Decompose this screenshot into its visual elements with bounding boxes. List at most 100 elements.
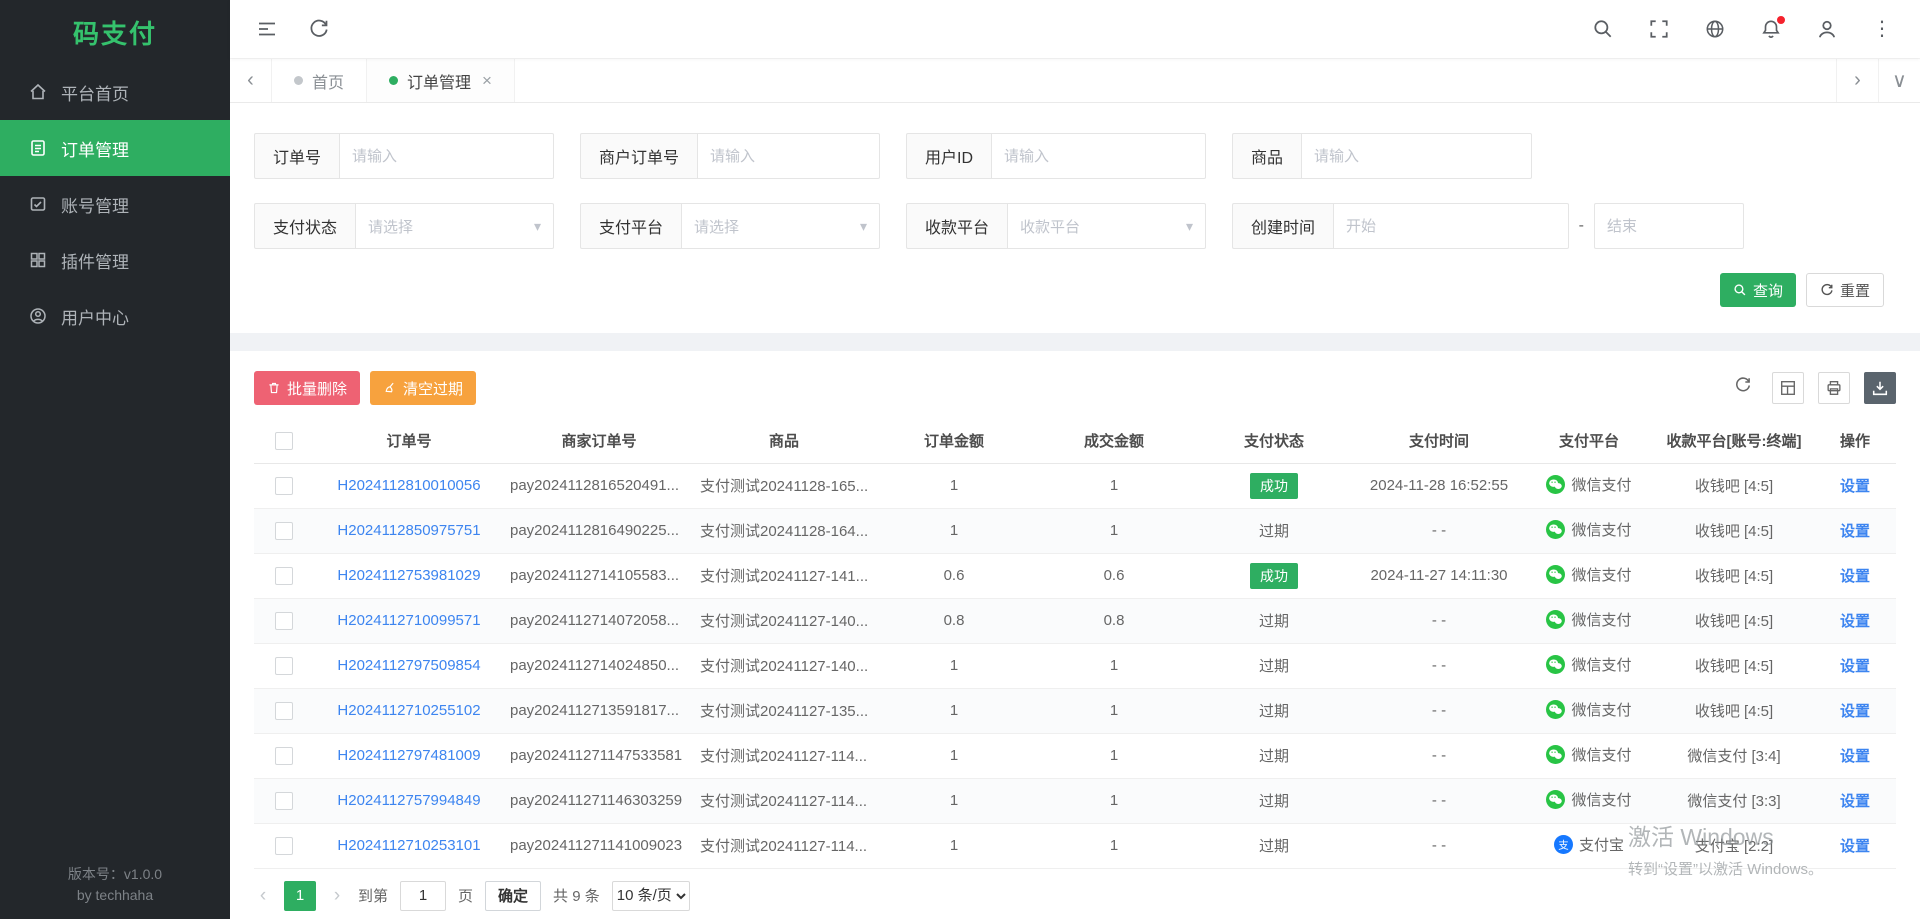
next-page-button[interactable]: › bbox=[328, 885, 346, 907]
settings-link[interactable]: 设置 bbox=[1840, 478, 1870, 495]
refresh-page-icon[interactable] bbox=[308, 18, 330, 40]
date-end-input[interactable] bbox=[1594, 203, 1744, 249]
platform-name: 微信支付 bbox=[1571, 789, 1631, 810]
platform-name: 微信支付 bbox=[1571, 564, 1631, 585]
filter-merchant-no: 商户订单号 bbox=[580, 133, 880, 179]
product-input[interactable] bbox=[1302, 133, 1532, 179]
notifications-bell-icon[interactable] bbox=[1760, 18, 1782, 40]
order-no-link[interactable]: H2024112797509854 bbox=[337, 657, 480, 674]
row-checkbox[interactable] bbox=[275, 792, 293, 810]
order-no-link[interactable]: H2024112753981029 bbox=[337, 567, 480, 584]
pay-time-cell: - - bbox=[1354, 823, 1524, 868]
order-amount-cell: 1 bbox=[874, 508, 1034, 553]
settings-link[interactable]: 设置 bbox=[1840, 748, 1870, 765]
reset-button[interactable]: 重置 bbox=[1806, 273, 1884, 307]
tabs-scroll-right-button[interactable]: › bbox=[1836, 59, 1878, 102]
sidebar-item-plugin-management[interactable]: 插件管理 bbox=[0, 232, 230, 288]
merchant-no-input[interactable] bbox=[698, 133, 880, 179]
pay-status-select[interactable]: 请选择 ▾ bbox=[356, 203, 554, 249]
pay-platform-select[interactable]: 请选择 ▾ bbox=[682, 203, 880, 249]
more-options-icon[interactable]: ⋮ bbox=[1872, 18, 1886, 40]
goto-page-input[interactable] bbox=[400, 881, 446, 911]
select-all-checkbox[interactable] bbox=[275, 432, 293, 450]
confirm-page-button[interactable]: 确定 bbox=[485, 881, 541, 911]
orders-table: 订单号 商家订单号 商品 订单金额 成交金额 支付状态 支付时间 支付平台 收款… bbox=[254, 419, 1896, 869]
batch-delete-button[interactable]: 批量删除 bbox=[254, 371, 360, 405]
date-start-input[interactable] bbox=[1334, 203, 1569, 249]
col-pay-platform: 支付平台 bbox=[1524, 419, 1654, 463]
order-no-link[interactable]: H2024112710255102 bbox=[337, 702, 480, 719]
platform-name: 微信支付 bbox=[1571, 654, 1631, 675]
merchant-no-cell: pay2024112816490225... bbox=[504, 508, 694, 553]
order-no-link[interactable]: H2024112757994849 bbox=[337, 792, 480, 809]
merchant-no-cell: pay2024112714024850... bbox=[504, 643, 694, 688]
row-checkbox[interactable] bbox=[275, 702, 293, 720]
select-placeholder: 请选择 bbox=[694, 216, 860, 237]
col-receive-platform: 收款平台[账号:终端] bbox=[1654, 419, 1814, 463]
search-icon bbox=[1733, 283, 1747, 297]
order-no-link[interactable]: H2024112710253101 bbox=[337, 837, 480, 854]
fullscreen-icon[interactable] bbox=[1648, 18, 1670, 40]
row-checkbox[interactable] bbox=[275, 747, 293, 765]
status-badge: 过期 bbox=[1259, 703, 1289, 720]
sidebar-item-user-center[interactable]: 用户中心 bbox=[0, 288, 230, 344]
settings-link[interactable]: 设置 bbox=[1840, 703, 1870, 720]
receiver-cell: 收钱吧 [4:5] bbox=[1654, 688, 1814, 733]
filter-user-id: 用户ID bbox=[906, 133, 1206, 179]
order-no-input[interactable] bbox=[340, 133, 554, 179]
order-no-link[interactable]: H2024112710099571 bbox=[337, 612, 480, 629]
settings-link[interactable]: 设置 bbox=[1840, 658, 1870, 675]
order-amount-cell: 1 bbox=[874, 688, 1034, 733]
tab-home[interactable]: 首页 bbox=[272, 59, 367, 102]
merchant-no-cell: pay202411271147533581 bbox=[504, 733, 694, 778]
sidebar: 码支付 平台首页 订单管理 账号管理 bbox=[0, 0, 230, 919]
user-account-icon[interactable] bbox=[1816, 18, 1838, 40]
sidebar-item-account-management[interactable]: 账号管理 bbox=[0, 176, 230, 232]
collapse-sidebar-icon[interactable] bbox=[256, 18, 278, 40]
receive-platform-select[interactable]: 收款平台 ▾ bbox=[1008, 203, 1206, 249]
paid-amount-cell: 1 bbox=[1034, 508, 1194, 553]
settings-link[interactable]: 设置 bbox=[1840, 838, 1870, 855]
user-id-input[interactable] bbox=[992, 133, 1206, 179]
row-checkbox[interactable] bbox=[275, 567, 293, 585]
sidebar-item-label: 订单管理 bbox=[61, 136, 129, 161]
filter-receive-platform: 收款平台 收款平台 ▾ bbox=[906, 203, 1206, 249]
sidebar-item-platform-home[interactable]: 平台首页 bbox=[0, 64, 230, 120]
prev-page-button[interactable]: ‹ bbox=[254, 885, 272, 907]
settings-link[interactable]: 设置 bbox=[1840, 568, 1870, 585]
columns-filter-icon[interactable] bbox=[1772, 372, 1804, 404]
search-button[interactable]: 查询 bbox=[1720, 273, 1796, 307]
table-header-row: 订单号 商家订单号 商品 订单金额 成交金额 支付状态 支付时间 支付平台 收款… bbox=[254, 419, 1896, 463]
select-placeholder: 收款平台 bbox=[1020, 216, 1186, 237]
print-icon[interactable] bbox=[1818, 372, 1850, 404]
settings-link[interactable]: 设置 bbox=[1840, 613, 1870, 630]
order-no-link[interactable]: H2024112810010056 bbox=[337, 477, 480, 494]
tabs-menu-button[interactable]: ∨ bbox=[1878, 59, 1920, 102]
language-globe-icon[interactable] bbox=[1704, 18, 1726, 40]
table-tools bbox=[1734, 372, 1896, 404]
row-checkbox[interactable] bbox=[275, 477, 293, 495]
pay-time-cell: - - bbox=[1354, 778, 1524, 823]
settings-link[interactable]: 设置 bbox=[1840, 523, 1870, 540]
row-checkbox[interactable] bbox=[275, 522, 293, 540]
refresh-icon bbox=[1820, 283, 1834, 297]
search-icon[interactable] bbox=[1592, 18, 1614, 40]
row-checkbox[interactable] bbox=[275, 837, 293, 855]
sidebar-item-order-management[interactable]: 订单管理 bbox=[0, 120, 230, 176]
table-refresh-icon[interactable] bbox=[1734, 376, 1758, 400]
order-amount-cell: 1 bbox=[874, 778, 1034, 823]
tab-order-management[interactable]: 订单管理 × bbox=[367, 59, 515, 102]
per-page-select[interactable]: 10 条/页 bbox=[612, 881, 690, 911]
clear-expired-button[interactable]: 清空过期 bbox=[370, 371, 476, 405]
tabs-scroll-left-button[interactable]: ‹ bbox=[230, 59, 272, 102]
row-checkbox[interactable] bbox=[275, 657, 293, 675]
settings-link[interactable]: 设置 bbox=[1840, 793, 1870, 810]
order-no-link[interactable]: H2024112797481009 bbox=[337, 747, 480, 764]
product-cell: 支付测试20241127-135... bbox=[694, 688, 874, 733]
tab-close-icon[interactable]: × bbox=[482, 71, 492, 91]
export-icon[interactable] bbox=[1864, 372, 1896, 404]
row-checkbox[interactable] bbox=[275, 612, 293, 630]
product-cell: 支付测试20241128-165... bbox=[694, 463, 874, 508]
order-no-link[interactable]: H2024112850975751 bbox=[337, 522, 480, 539]
current-page-button[interactable]: 1 bbox=[284, 881, 316, 911]
